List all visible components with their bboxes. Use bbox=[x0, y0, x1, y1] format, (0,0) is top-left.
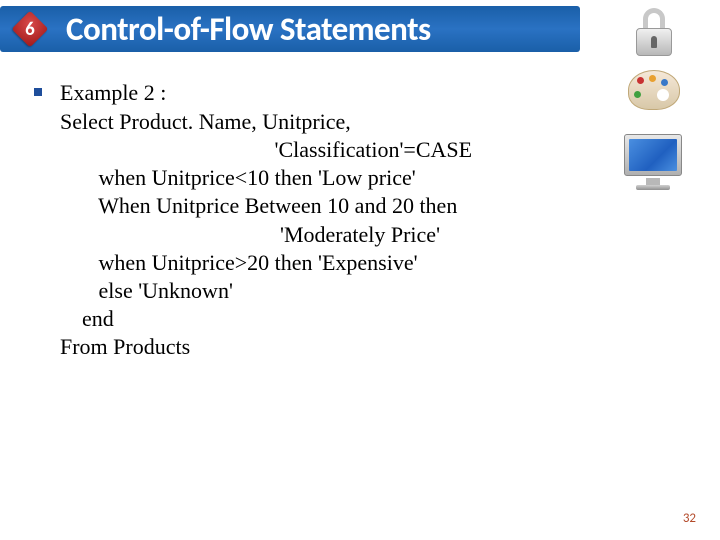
slide-content: Example 2 : Select Product. Name, Unitpr… bbox=[34, 80, 594, 361]
code-block: Select Product. Name, Unitprice, 'Classi… bbox=[60, 108, 472, 361]
lock-icon bbox=[632, 6, 676, 56]
chapter-badge: 6 bbox=[12, 11, 48, 47]
slide-title: Control-of-Flow Statements bbox=[66, 9, 431, 49]
bullet-icon bbox=[34, 88, 42, 96]
chapter-number: 6 bbox=[25, 18, 35, 41]
monitor-icon bbox=[624, 134, 686, 190]
example-label: Example 2 : bbox=[60, 80, 472, 106]
slide-header: 6 Control-of-Flow Statements bbox=[0, 6, 580, 52]
page-number: 32 bbox=[683, 511, 696, 526]
palette-icon bbox=[628, 70, 680, 114]
